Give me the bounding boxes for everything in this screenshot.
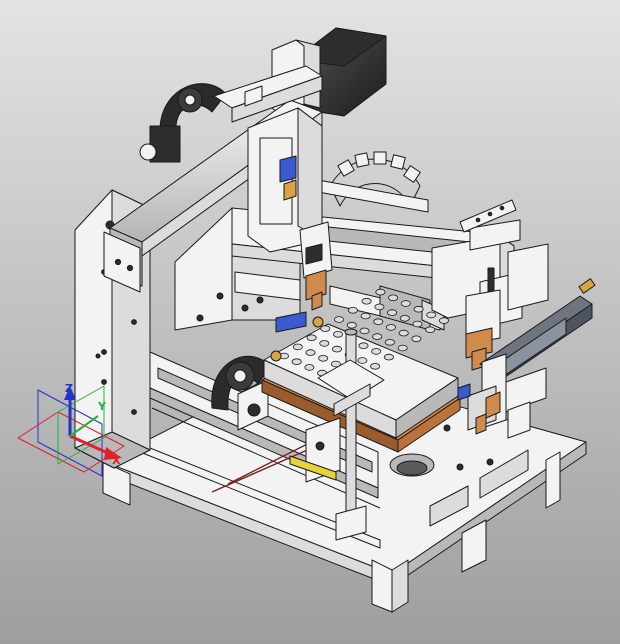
bolt — [486, 458, 494, 466]
tray-pocket — [291, 358, 302, 366]
tray-pocket — [372, 333, 383, 340]
x-axis-label: X — [112, 454, 121, 467]
sensor-block — [279, 155, 297, 183]
bolt — [131, 409, 137, 415]
bolt — [95, 353, 101, 359]
tray-pocket — [318, 354, 329, 362]
z-axis-label: Z — [65, 382, 73, 395]
tray-pocket — [400, 300, 411, 307]
tray-pocket — [361, 297, 372, 305]
bolt — [196, 314, 204, 322]
tray-pocket — [426, 311, 437, 319]
tray-pocket — [319, 340, 330, 347]
tray-pocket — [384, 338, 395, 346]
tray-pocket — [399, 314, 410, 322]
tray-pocket — [411, 335, 422, 343]
tray-pocket — [292, 343, 303, 351]
locating-pin — [270, 350, 282, 362]
bolt — [216, 292, 224, 300]
tray-pocket — [371, 348, 382, 355]
bolt — [101, 379, 107, 385]
y-axis-label: Y — [97, 400, 107, 413]
tray-pocket — [359, 327, 370, 335]
tray-pocket — [360, 312, 371, 320]
tray-pocket — [373, 318, 384, 326]
assembly-scene[interactable]: Z Y X — [0, 0, 620, 644]
locating-pin — [312, 316, 324, 328]
tray-pocket — [334, 316, 345, 323]
tray-pocket — [358, 342, 369, 350]
base-plate-hole-inner — [396, 460, 428, 476]
tray-pocket — [304, 364, 315, 371]
tray-pocket — [438, 317, 449, 324]
tray-pocket — [306, 334, 317, 342]
tray-pocket — [387, 309, 398, 316]
tray-pocket — [357, 357, 368, 364]
tray-pocket — [374, 303, 385, 311]
tray-pocket — [388, 294, 399, 302]
bolt — [131, 319, 137, 325]
tray-pocket — [305, 349, 316, 356]
tray-pocket — [331, 345, 342, 353]
bolt — [456, 463, 464, 471]
tray-pocket — [413, 305, 424, 313]
bolt — [443, 424, 451, 432]
tray-pocket — [412, 320, 423, 328]
tray-pocket — [320, 325, 331, 332]
tray-pocket — [332, 330, 343, 338]
tray-pocket — [425, 326, 436, 334]
tray-pocket — [383, 353, 394, 361]
tray-pocket — [347, 306, 358, 314]
tray-pocket — [370, 362, 381, 370]
bolt — [241, 304, 249, 312]
tray-pocket — [346, 321, 357, 329]
bolt — [256, 296, 264, 304]
bolt — [101, 349, 107, 355]
gold-fitting — [283, 179, 297, 201]
tray-pocket — [385, 324, 396, 331]
z-carriage — [259, 137, 293, 225]
cad-viewport[interactable]: Z Y X — [0, 0, 620, 644]
tray-pocket — [398, 329, 409, 337]
tray-pocket — [375, 288, 386, 296]
tray-pocket — [397, 344, 408, 352]
